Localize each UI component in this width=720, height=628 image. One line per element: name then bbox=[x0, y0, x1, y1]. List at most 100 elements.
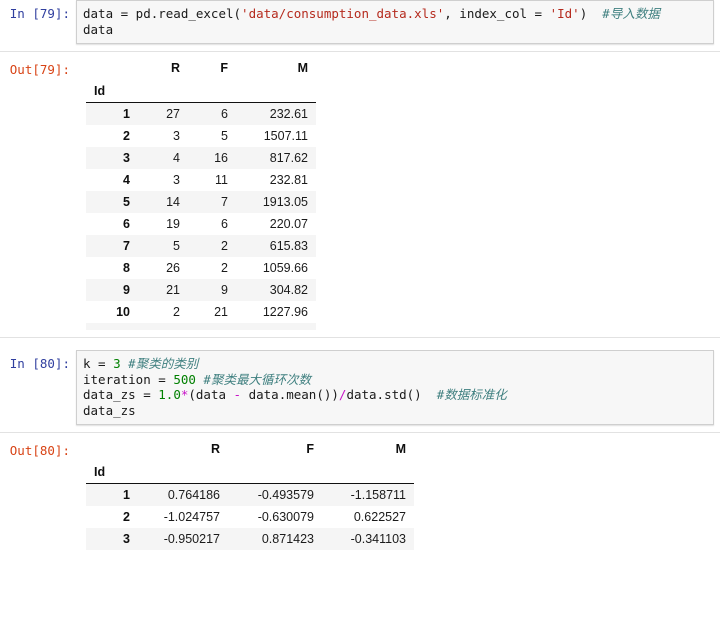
column-header-f: F bbox=[228, 439, 322, 459]
dataframe-table-80: R F M Id 1 0.764186 -0.493579 -1.158711 2 -1.024… bbox=[86, 439, 414, 550]
code-token-plain: data = pd.read_excel( bbox=[83, 6, 242, 21]
table-cell: -0.493579 bbox=[257, 488, 314, 502]
code-token-plain: ) bbox=[579, 6, 603, 21]
table-cell: 4 bbox=[173, 151, 180, 165]
code-token-plain: k = bbox=[83, 356, 114, 371]
table-row: 7 5 2 615.83 bbox=[86, 235, 316, 257]
index-name-filler bbox=[228, 459, 322, 484]
table-cell: 5 bbox=[221, 129, 228, 143]
index-name-filler bbox=[322, 459, 414, 484]
table-cell: 232.61 bbox=[269, 107, 308, 121]
column-header-m: M bbox=[322, 439, 414, 459]
column-header-r: R bbox=[138, 58, 188, 78]
table-cell: 0.871423 bbox=[261, 532, 314, 546]
table-cell: 1913.05 bbox=[262, 195, 308, 209]
table-tail-cell bbox=[86, 323, 138, 330]
table-cell: -1.158711 bbox=[350, 488, 406, 502]
code-source-79[interactable]: data = pd.read_excel('data/consumption_d… bbox=[83, 6, 709, 37]
input-prompt-79: In [79]: bbox=[9, 6, 70, 21]
table-cell: 304.82 bbox=[269, 283, 308, 297]
index-name-filler bbox=[188, 78, 236, 103]
table-cell: 27 bbox=[166, 107, 180, 121]
table-cell: 220.07 bbox=[269, 217, 308, 231]
table-cell: -0.341103 bbox=[350, 532, 406, 546]
table-cell: 21 bbox=[214, 305, 228, 319]
code-token-plain: data_zs = bbox=[83, 387, 159, 402]
table-cell: -0.630079 bbox=[257, 510, 314, 524]
table-row: 5 14 7 1913.05 bbox=[86, 191, 316, 213]
row-index-cell: 6 bbox=[123, 217, 130, 231]
column-header-m: M bbox=[236, 58, 316, 78]
table-cell: 19 bbox=[166, 217, 180, 231]
table-corner-cell bbox=[86, 58, 138, 78]
table-cell: 0.764186 bbox=[167, 488, 220, 502]
code-cell-in-80[interactable]: In [80]: k = 3 #聚类的类别 iteration = 500 #聚… bbox=[0, 350, 720, 425]
table-row: 4 3 11 232.81 bbox=[86, 169, 316, 191]
code-token-plain: (data bbox=[188, 387, 234, 402]
table-row: 9 21 9 304.82 bbox=[86, 279, 316, 301]
table-tail-cell bbox=[188, 323, 236, 330]
table-row: 1 0.764186 -0.493579 -1.158711 bbox=[86, 483, 414, 506]
row-index-cell: 1 bbox=[123, 488, 130, 502]
table-cell: -0.950217 bbox=[163, 532, 220, 546]
table-cell: 6 bbox=[221, 217, 228, 231]
code-cell-in-79[interactable]: In [79]: data = pd.read_excel('data/cons… bbox=[0, 0, 720, 44]
table-tail-strip bbox=[86, 323, 316, 330]
row-index-cell: 2 bbox=[123, 129, 130, 143]
table-row: 2 -1.024757 -0.630079 0.622527 bbox=[86, 506, 414, 528]
table-header-row: RFM bbox=[86, 439, 414, 459]
table-index-name-row: Id bbox=[86, 78, 316, 103]
row-index-cell: 2 bbox=[123, 510, 130, 524]
table-cell: 1507.11 bbox=[263, 129, 308, 143]
code-editor-80[interactable]: k = 3 #聚类的类别 iteration = 500 #聚类最大循环次数 d… bbox=[76, 350, 714, 425]
table-cell: 26 bbox=[166, 261, 180, 275]
table-cell: 615.83 bbox=[269, 239, 308, 253]
table-cell: -1.024757 bbox=[163, 510, 220, 524]
index-name-filler bbox=[138, 459, 228, 484]
table-cell: 2 bbox=[221, 261, 228, 275]
index-name-cell: Id bbox=[86, 78, 138, 103]
table-row: 6 19 6 220.07 bbox=[86, 213, 316, 235]
row-index-cell: 5 bbox=[123, 195, 130, 209]
table-cell: 1059.66 bbox=[262, 261, 308, 275]
table-cell: 14 bbox=[166, 195, 180, 209]
table-corner-cell bbox=[86, 439, 138, 459]
table-cell: 2 bbox=[173, 305, 180, 319]
table-cell: 3 bbox=[173, 173, 180, 187]
row-index-cell: 1 bbox=[123, 107, 130, 121]
table-row: 1 27 6 232.61 bbox=[86, 102, 316, 125]
row-index-cell: 3 bbox=[123, 532, 130, 546]
table-row: 3 -0.950217 0.871423 -0.341103 bbox=[86, 528, 414, 550]
row-index-cell: 7 bbox=[123, 239, 130, 253]
code-token-num: 1.0 bbox=[158, 387, 181, 402]
code-token-num: 500 bbox=[173, 371, 196, 387]
column-header-f: F bbox=[188, 58, 236, 78]
code-source-80[interactable]: k = 3 #聚类的类别 iteration = 500 #聚类最大循环次数 d… bbox=[83, 356, 709, 418]
table-row: 2 3 5 1507.11 bbox=[86, 125, 316, 147]
table-cell: 21 bbox=[166, 283, 180, 297]
output-cell-out-79: Out[79]: R F M Id 1 27 6 232.61 2 3 5 1507.11 3 4 16 8… bbox=[0, 56, 720, 330]
output-area-79: R F M Id 1 27 6 232.61 2 3 5 1507.11 3 4 16 817.62 4 3 11… bbox=[76, 56, 720, 330]
code-token-com: #聚类最大循环次数 bbox=[203, 371, 311, 387]
output-area-80: R F M Id 1 0.764186 -0.493579 -1.158711 2 -1.024… bbox=[76, 437, 720, 550]
table-cell: 3 bbox=[173, 129, 180, 143]
table-cell: 2 bbox=[221, 239, 228, 253]
table-header-row: RFM bbox=[86, 58, 316, 78]
code-token-plain: data bbox=[83, 21, 114, 37]
code-token-str: 'Id' bbox=[549, 6, 580, 21]
table-cell: 5 bbox=[173, 239, 180, 253]
code-token-str: 'data/consumption_data.xls' bbox=[241, 6, 445, 21]
code-editor-79[interactable]: data = pd.read_excel('data/consumption_d… bbox=[76, 0, 714, 44]
code-token-com: #导入数据 bbox=[602, 6, 660, 21]
table-cell: 11 bbox=[215, 173, 228, 187]
dataframe-table-79: R F M Id 1 27 6 232.61 2 3 5 1507.11 3 4 16 817.62 4 3 11… bbox=[86, 58, 316, 330]
table-cell: 7 bbox=[221, 195, 228, 209]
row-index-cell: 8 bbox=[123, 261, 130, 275]
table-cell: 0.622527 bbox=[353, 510, 406, 524]
code-token-com: #数据标准化 bbox=[436, 387, 507, 402]
table-cell: 16 bbox=[214, 151, 228, 165]
table-tail-cell bbox=[236, 323, 316, 330]
